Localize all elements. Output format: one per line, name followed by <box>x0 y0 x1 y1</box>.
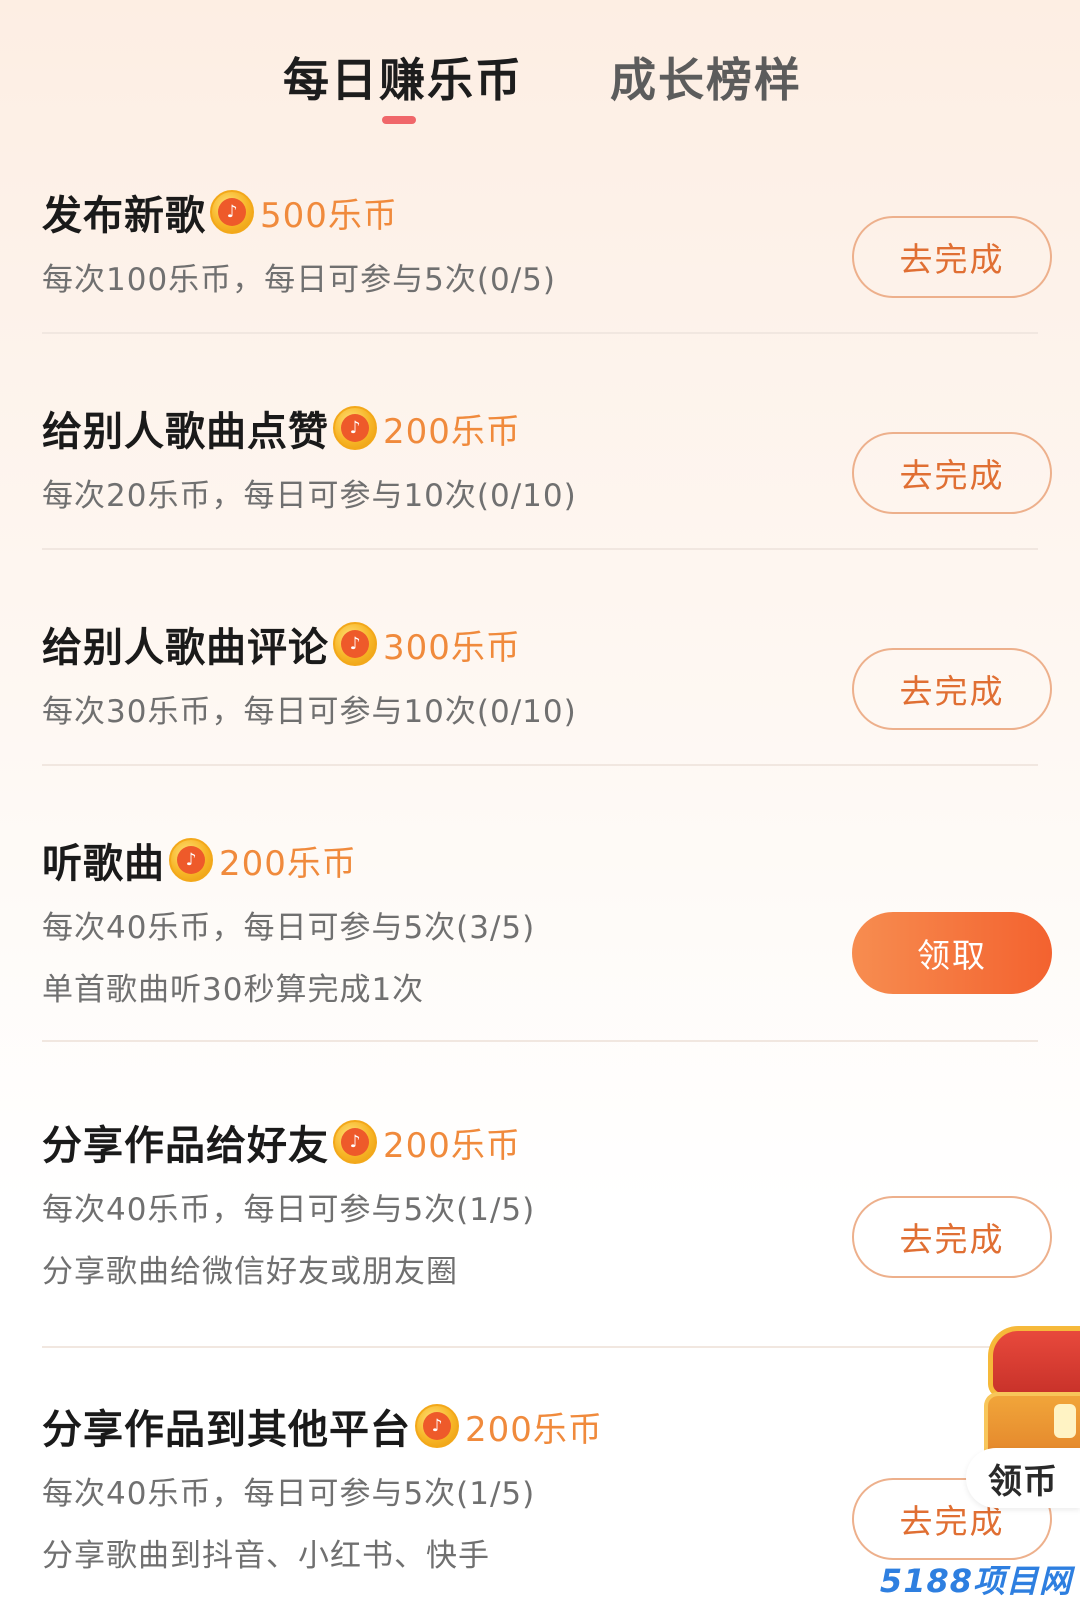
task-title-row: 分享作品到其他平台 ♪ 200乐币 <box>42 1396 603 1456</box>
task-note: 单首歌曲听30秒算完成1次 <box>42 972 425 1008</box>
claim-coins-label[interactable]: 领币 <box>966 1448 1080 1508</box>
task-description: 每次40乐币，每日可参与5次(3/5) <box>42 910 536 946</box>
task-title-row: 分享作品给好友 ♪ 200乐币 <box>42 1112 521 1172</box>
treasure-chest-icon <box>988 1326 1080 1398</box>
active-tab-indicator <box>382 116 416 124</box>
task-title: 听歌曲 <box>42 841 165 887</box>
task-description: 每次30乐币，每日可参与10次(0/10) <box>42 694 577 730</box>
treasure-chest-widget[interactable]: 领币 <box>966 1326 1080 1516</box>
task-title: 给别人歌曲评论 <box>42 625 329 671</box>
task-description: 每次40乐币，每日可参与5次(1/5) <box>42 1192 536 1228</box>
task-title-row: 发布新歌 ♪ 500乐币 <box>42 182 398 242</box>
watermark: 5188项目网 <box>879 1562 1072 1600</box>
divider <box>42 332 1038 334</box>
go-complete-button[interactable]: 去完成 <box>852 216 1052 298</box>
task-title: 分享作品到其他平台 <box>42 1407 411 1453</box>
task-reward: 300乐币 <box>383 627 521 668</box>
divider <box>42 548 1038 550</box>
coin-icon: ♪ <box>333 622 377 666</box>
task-title-row: 给别人歌曲点赞 ♪ 200乐币 <box>42 398 521 458</box>
task-description: 每次100乐币，每日可参与5次(0/5) <box>42 262 556 298</box>
claim-button[interactable]: 领取 <box>852 912 1052 994</box>
tab-growth-ranking[interactable]: 成长榜样 <box>610 44 802 110</box>
task-note: 分享歌曲给微信好友或朋友圈 <box>42 1254 458 1290</box>
task-reward: 200乐币 <box>383 1125 521 1166</box>
coin-icon: ♪ <box>210 190 254 234</box>
divider <box>42 764 1038 766</box>
go-complete-button[interactable]: 去完成 <box>852 1196 1052 1278</box>
task-title-row: 给别人歌曲评论 ♪ 300乐币 <box>42 614 521 674</box>
coin-icon: ♪ <box>169 838 213 882</box>
task-reward: 200乐币 <box>219 843 357 884</box>
task-reward: 500乐币 <box>260 195 398 236</box>
coin-icon: ♪ <box>333 1120 377 1164</box>
tab-bar: 每日赚乐币 成长榜样 <box>0 0 1080 150</box>
task-title: 给别人歌曲点赞 <box>42 409 329 455</box>
coin-icon: ♪ <box>333 406 377 450</box>
task-reward: 200乐币 <box>465 1409 603 1450</box>
task-title: 发布新歌 <box>42 193 206 239</box>
task-title-row: 听歌曲 ♪ 200乐币 <box>42 830 357 890</box>
task-reward: 200乐币 <box>383 411 521 452</box>
coin-icon: ♪ <box>415 1404 459 1448</box>
divider <box>42 1346 1038 1348</box>
task-title: 分享作品给好友 <box>42 1123 329 1169</box>
task-description: 每次40乐币，每日可参与5次(1/5) <box>42 1476 536 1512</box>
divider <box>42 1040 1038 1042</box>
task-note: 分享歌曲到抖音、小红书、快手 <box>42 1538 490 1574</box>
chest-lock-icon <box>1054 1404 1076 1438</box>
tab-daily-coins[interactable]: 每日赚乐币 <box>283 44 523 110</box>
task-description: 每次20乐币，每日可参与10次(0/10) <box>42 478 577 514</box>
go-complete-button[interactable]: 去完成 <box>852 432 1052 514</box>
go-complete-button[interactable]: 去完成 <box>852 648 1052 730</box>
